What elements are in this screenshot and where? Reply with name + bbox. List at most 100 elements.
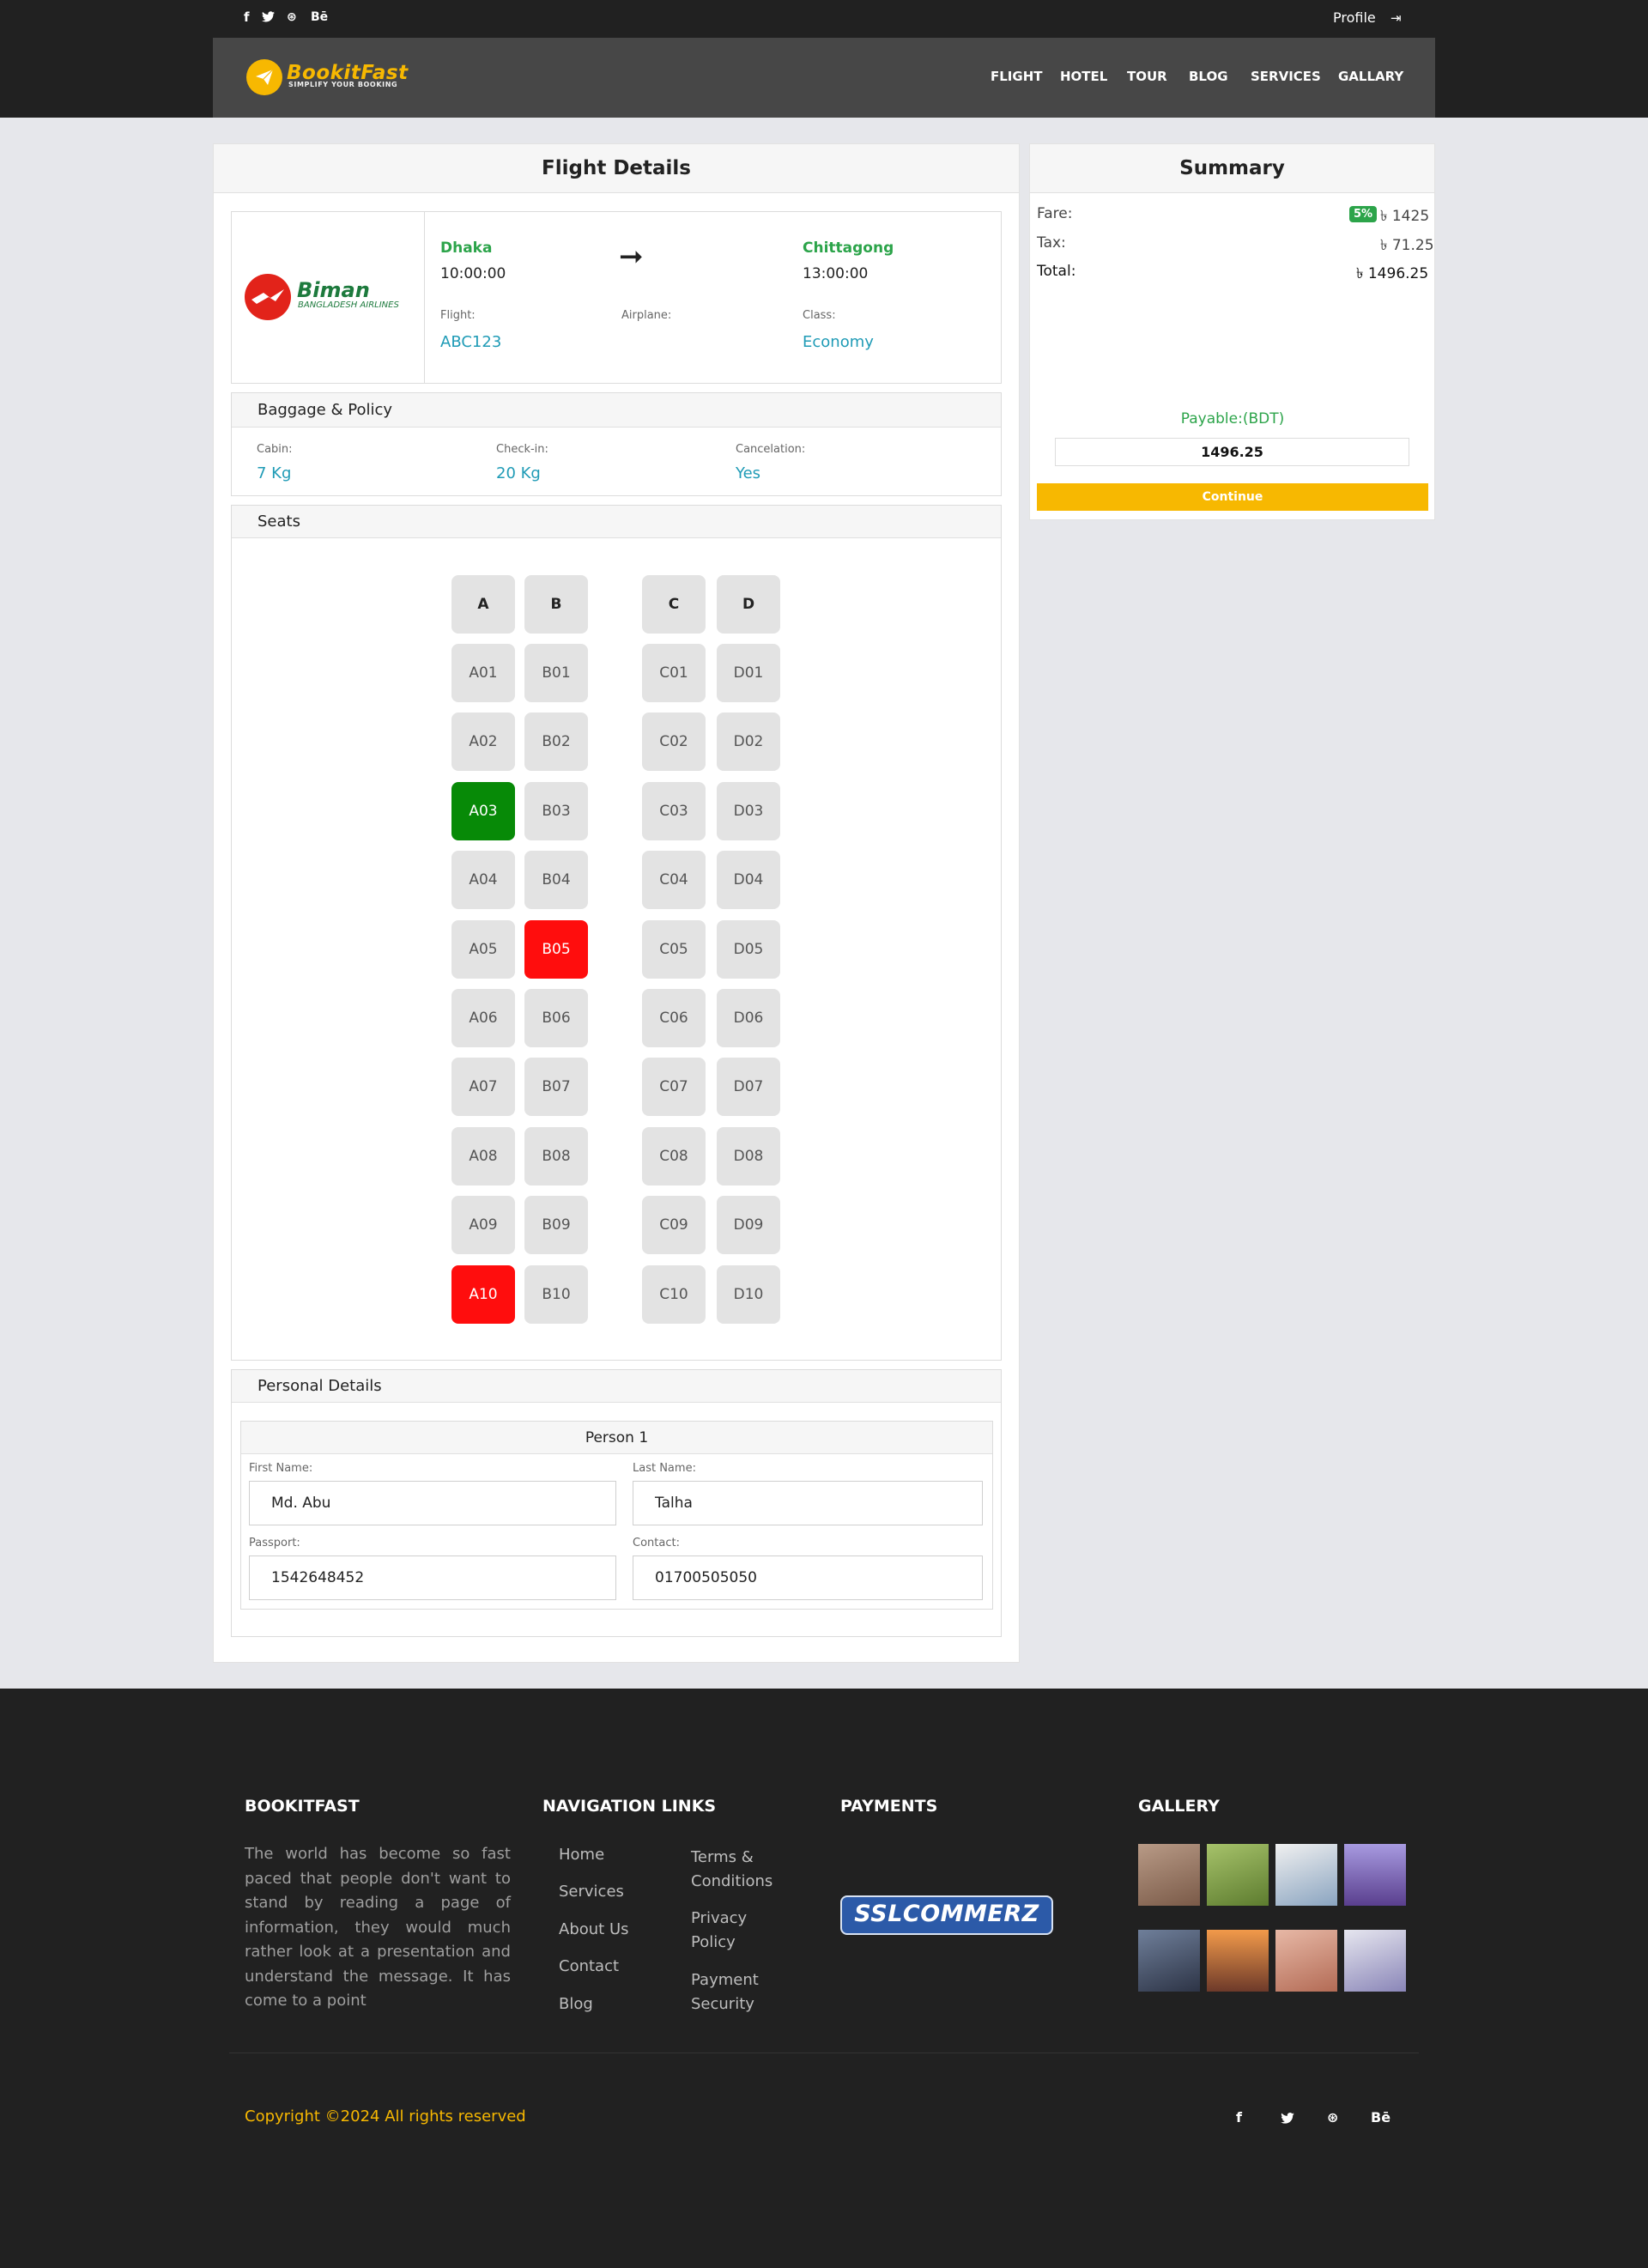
seat-d09[interactable]: D09 [717, 1196, 780, 1254]
flight-details-title: Flight Details [214, 144, 1019, 193]
seat-b03[interactable]: B03 [524, 782, 588, 840]
seat-c02[interactable]: C02 [642, 713, 706, 771]
seat-c06[interactable]: C06 [642, 989, 706, 1047]
footer-link-contact[interactable]: Contact [559, 1957, 619, 1975]
footer-twitter-icon[interactable] [1281, 2111, 1294, 2127]
personal-details-title: Personal Details [232, 1370, 1001, 1403]
seat-a10[interactable]: A10 [451, 1265, 515, 1324]
divider [424, 212, 425, 383]
footer-link-home[interactable]: Home [559, 1846, 604, 1864]
footer-payments-title: PAYMENTS [840, 1797, 938, 1816]
seat-c03[interactable]: C03 [642, 782, 706, 840]
total-value: ৳ 1496.25 [1356, 265, 1429, 282]
seat-a07[interactable]: A07 [451, 1058, 515, 1116]
seat-a05[interactable]: A05 [451, 920, 515, 979]
seat-d07[interactable]: D07 [717, 1058, 780, 1116]
checkin-label: Check-in: [496, 443, 548, 456]
seat-d05[interactable]: D05 [717, 920, 780, 979]
to-city: Chittagong [803, 240, 894, 257]
seat-a04[interactable]: A04 [451, 851, 515, 909]
seat-b09[interactable]: B09 [524, 1196, 588, 1254]
gallery-image-4[interactable] [1344, 1844, 1406, 1906]
twitter-icon[interactable] [262, 11, 275, 25]
seat-a08[interactable]: A08 [451, 1127, 515, 1186]
seat-d08[interactable]: D08 [717, 1127, 780, 1186]
contact-label: Contact: [633, 1537, 680, 1549]
footer-facebook-icon[interactable]: f [1236, 2109, 1242, 2125]
seat-b04[interactable]: B04 [524, 851, 588, 909]
seat-b08[interactable]: B08 [524, 1127, 588, 1186]
passport-label: Passport: [249, 1537, 300, 1549]
seat-c05[interactable]: C05 [642, 920, 706, 979]
facebook-icon[interactable]: f [244, 9, 250, 25]
seat-c10[interactable]: C10 [642, 1265, 706, 1324]
gallery-image-1[interactable] [1138, 1844, 1200, 1906]
seat-b10[interactable]: B10 [524, 1265, 588, 1324]
nav-hotel[interactable]: HOTEL [1060, 69, 1107, 84]
gallery-image-6[interactable] [1207, 1930, 1269, 1992]
cancelation-label: Cancelation: [736, 443, 806, 456]
seat-c07[interactable]: C07 [642, 1058, 706, 1116]
footer-link-blog[interactable]: Blog [559, 1995, 593, 2013]
fare-label: Fare: [1037, 205, 1073, 222]
seat-d01[interactable]: D01 [717, 644, 780, 702]
seat-b06[interactable]: B06 [524, 989, 588, 1047]
passport-input[interactable]: 1542648452 [249, 1555, 616, 1600]
first-name-input[interactable]: Md. Abu [249, 1481, 616, 1525]
footer-link-privacy[interactable]: Privacy Policy [691, 1907, 777, 1955]
seat-d04[interactable]: D04 [717, 851, 780, 909]
seat-c08[interactable]: C08 [642, 1127, 706, 1186]
airline-name: Biman [297, 278, 370, 302]
summary-title: Summary [1030, 144, 1434, 193]
footer-about-title: BOOKITFAST [245, 1797, 360, 1816]
profile-link[interactable]: Profile [1333, 9, 1376, 26]
discount-badge: 5% [1349, 206, 1378, 222]
dribbble-icon[interactable]: ⊛ [287, 10, 297, 24]
seat-c04[interactable]: C04 [642, 851, 706, 909]
seats-title: Seats [232, 506, 1001, 538]
airplane-label: Airplane: [621, 309, 672, 322]
seat-a06[interactable]: A06 [451, 989, 515, 1047]
footer-link-services[interactable]: Services [559, 1883, 624, 1901]
gallery-image-7[interactable] [1275, 1930, 1337, 1992]
seat-c01[interactable]: C01 [642, 644, 706, 702]
checkin-value: 20 Kg [496, 464, 541, 482]
arrival-time: 13:00:00 [803, 265, 869, 282]
gallery-image-5[interactable] [1138, 1930, 1200, 1992]
seat-b01[interactable]: B01 [524, 644, 588, 702]
gallery-image-8[interactable] [1344, 1930, 1406, 1992]
seat-a03[interactable]: A03 [451, 782, 515, 840]
seat-d06[interactable]: D06 [717, 989, 780, 1047]
footer-behance-icon[interactable]: Bē [1371, 2109, 1390, 2125]
nav-gallary[interactable]: GALLARY [1338, 69, 1403, 84]
footer-link-about[interactable]: About Us [559, 1920, 629, 1938]
tax-value: ৳ 71.25 [1380, 237, 1434, 254]
behance-icon[interactable]: Bē [311, 10, 328, 24]
seat-column-header-b: B [524, 575, 588, 634]
continue-button[interactable]: Continue [1037, 483, 1428, 511]
seat-d03[interactable]: D03 [717, 782, 780, 840]
seat-b02[interactable]: B02 [524, 713, 588, 771]
seat-d10[interactable]: D10 [717, 1265, 780, 1324]
contact-input[interactable]: 01700505050 [633, 1555, 983, 1600]
footer-about-text: The world has become so fast paced that … [245, 1845, 511, 2010]
seat-c09[interactable]: C09 [642, 1196, 706, 1254]
seat-d02[interactable]: D02 [717, 713, 780, 771]
nav-tour[interactable]: TOUR [1127, 69, 1167, 84]
seat-column-header-a: A [451, 575, 515, 634]
seat-b07[interactable]: B07 [524, 1058, 588, 1116]
footer-link-payment-security[interactable]: Payment Security [691, 1968, 777, 2016]
gallery-image-2[interactable] [1207, 1844, 1269, 1906]
gallery-image-3[interactable] [1275, 1844, 1337, 1906]
seat-a01[interactable]: A01 [451, 644, 515, 702]
seat-b05[interactable]: B05 [524, 920, 588, 979]
seat-a02[interactable]: A02 [451, 713, 515, 771]
logout-icon[interactable]: ⇥ [1390, 10, 1402, 26]
footer-dribbble-icon[interactable]: ⊛ [1327, 2109, 1338, 2125]
last-name-input[interactable]: Talha [633, 1481, 983, 1525]
nav-services[interactable]: SERVICES [1251, 69, 1321, 84]
nav-flight[interactable]: FLIGHT [991, 69, 1042, 84]
footer-link-terms[interactable]: Terms & Conditions [691, 1846, 785, 1894]
seat-a09[interactable]: A09 [451, 1196, 515, 1254]
nav-blog[interactable]: BLOG [1189, 69, 1228, 84]
